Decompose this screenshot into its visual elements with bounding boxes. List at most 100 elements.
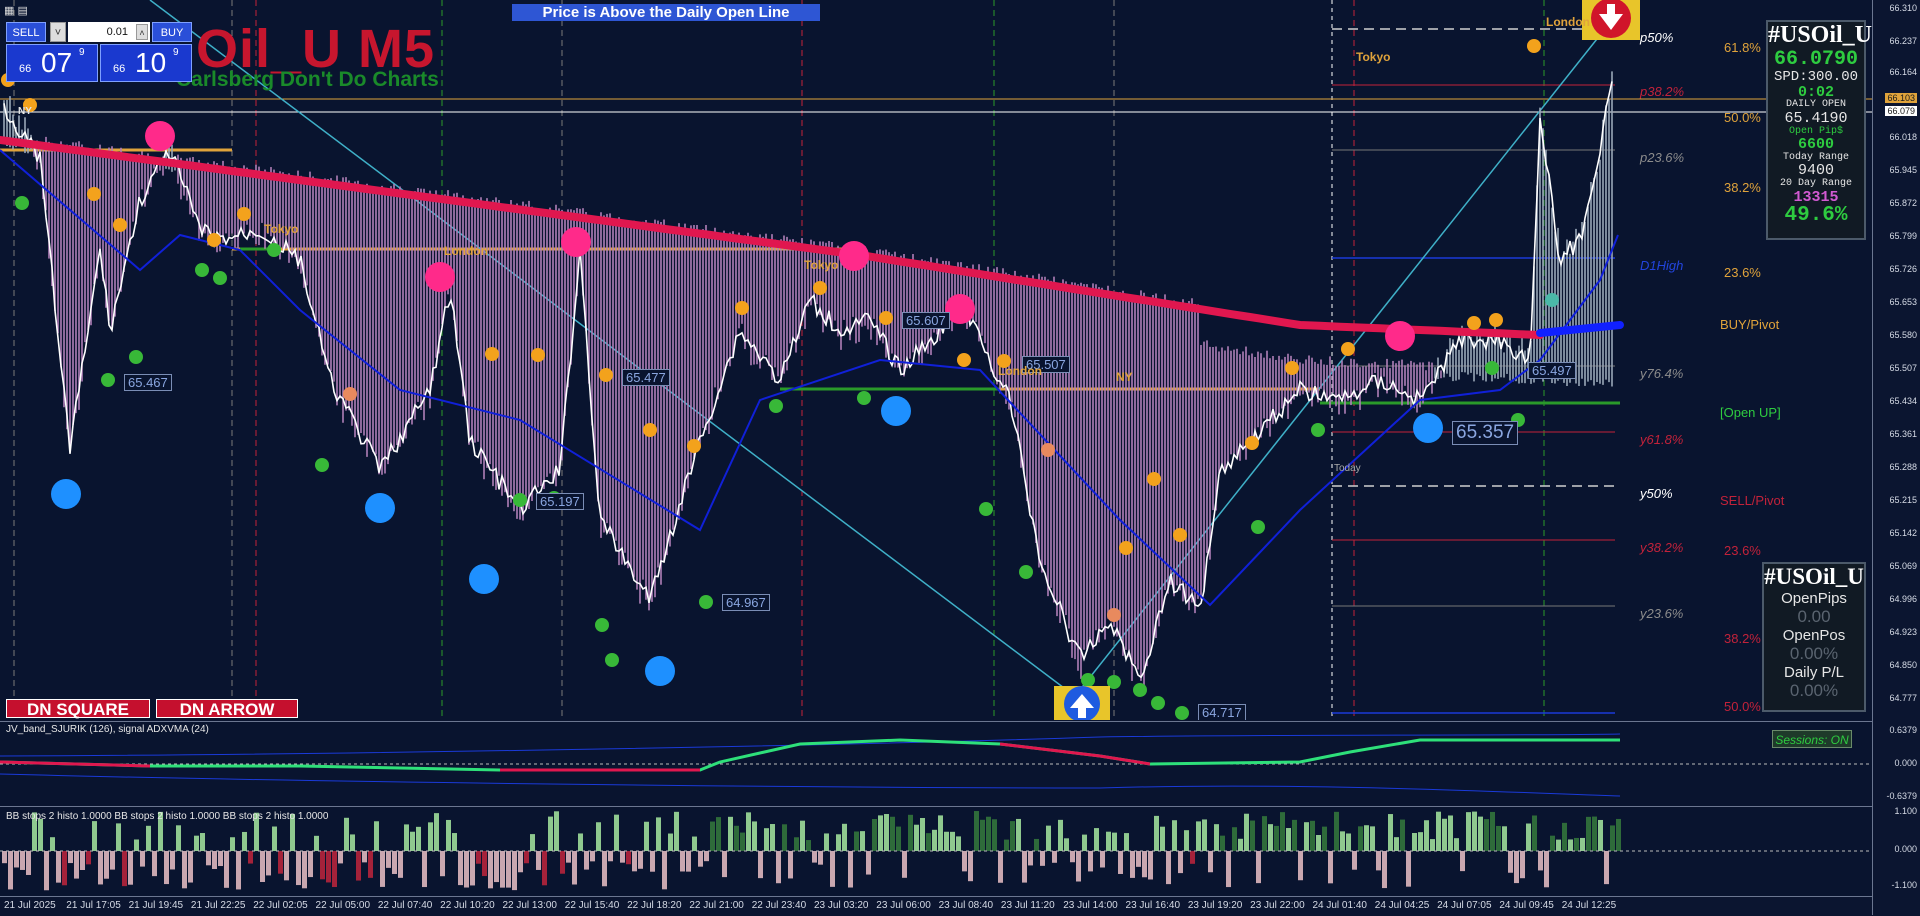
sell-button[interactable]: SELL [6,22,46,42]
bb-stops-bar [422,851,427,888]
bb-stops-bar [500,851,505,888]
sell-price-prefix: 66 [19,63,32,75]
bb-stops-bar [566,851,571,863]
bb-stops-bar [536,851,541,870]
lot-down-icon[interactable]: ˅ [50,22,66,42]
bb-stops-bar [1040,851,1045,866]
dn-arrow-button[interactable]: DN ARROW [156,699,298,719]
bb-stops-bar [302,851,307,889]
price-tick: 65.653 [1889,297,1917,307]
bb-stops-bar [416,826,421,851]
signal-dot [145,121,175,151]
buy-price-box[interactable]: 66 10 9 [100,44,192,82]
price-scale[interactable]: 66.310 66.237 66.164 66.103 66.079 66.01… [1872,0,1920,915]
bb-stops-bar [98,851,103,885]
bb-stops-bar [26,851,31,875]
bb-stops-bar [1214,824,1219,851]
jv-band-canvas [0,733,1872,797]
bb-stops-bar [458,851,463,886]
bb-stops-bar [230,837,235,851]
lot-up-icon[interactable]: ˄ [136,24,148,40]
signal-dot [645,656,675,686]
bb-stops-bar [1466,812,1471,851]
bb-stops-bar [692,836,697,851]
down-arrow-marker [1582,0,1640,40]
bb-stops-bar [1130,851,1135,878]
bb-stops-bar [356,851,361,881]
sell-price-box[interactable]: 66 07 9 [6,44,98,82]
price-tick: 65.069 [1889,561,1917,571]
ind2-tick: 0.000 [1894,844,1917,854]
price-tick: 64.923 [1889,627,1917,637]
info-open-pips: 6600 [1797,136,1834,154]
bb-stops-bar [1538,851,1543,871]
flag-icon[interactable]: ▦ [4,5,14,17]
bb-stops-bar [824,833,829,851]
bb-stops-bar [818,851,823,865]
bb-stops-bar [1046,825,1051,851]
bb-stops-bar [932,829,937,851]
bb-stops-bar [116,823,121,851]
signal-dot [1119,541,1133,555]
chart-icons[interactable]: ▦ ▤ [4,4,28,17]
pivot-label: SELL/Pivot [1720,493,1785,508]
bb-stops-bar [770,824,775,851]
bb-stops-bar [1544,851,1549,888]
sessions-toggle-button[interactable]: Sessions: ON [1772,730,1852,748]
time-tick: 22 Jul 13:00 [502,900,557,911]
bb-stops-bar [446,819,451,851]
bb-stops-indicator-panel[interactable]: BB stops 2 histo 1.0000 BB stops 2 histo… [0,806,1872,897]
price-chart-canvas[interactable] [0,0,1872,720]
bb-stops-bar [602,851,607,887]
ind1-tick: -0.6379 [1886,791,1917,801]
price-tick: 65.215 [1889,495,1917,505]
bb-stops-bar [1076,851,1081,882]
one-click-trade-panel: SELL ˅ 0.01 ˄ BUY 66 07 9 66 10 9 [6,22,192,82]
main-chart-panel[interactable]: 65.467 65.477 65.197 64.967 65.607 65.50… [0,0,1872,720]
up-arrow-marker [1054,686,1110,720]
bb-stops-bar [764,828,769,851]
price-tick: 65.507 [1889,363,1917,373]
fib-label: 38.2% [1724,631,1761,646]
bb-stops-bar [1022,851,1027,883]
bb-stops-bar [524,851,529,864]
chart-type-icon[interactable]: ▤ [17,5,27,17]
bb-stops-bar [56,851,61,883]
dn-square-button[interactable]: DN SQUARE [6,699,150,719]
signal-dot [365,493,395,523]
bb-stops-bar [1592,816,1597,851]
bb-stops-bar [1034,838,1039,851]
bb-stops-bar [1424,820,1429,851]
info-percent: 49.6% [1784,204,1848,228]
signal-dot [957,353,971,367]
time-axis[interactable]: 21 Jul 2025 21 Jul 17:05 21 Jul 19:45 21 Ju… [0,896,1872,916]
bb-stops-bar [272,826,277,851]
info-range20: 13315 [1793,188,1839,206]
time-tick: 22 Jul 10:20 [440,900,495,911]
bb-stops-bar [218,851,223,867]
signal-dot [1081,673,1095,687]
bb-stops-bar [1124,833,1129,851]
bb-stops-bar [674,811,679,851]
session-label: Tokyo [264,222,299,236]
buy-button[interactable]: BUY [152,22,192,42]
bb-stops-bar [980,819,985,851]
bb-stops-bar [182,851,187,889]
signal-dot [425,262,455,292]
info2-open-pips: 0.00 [1797,607,1831,626]
bb-stops-bar [410,831,415,851]
signal-dot [1341,342,1355,356]
bb-stops-bar [800,820,805,851]
bb-stops-bar [1610,825,1615,851]
bb-stops-bar [1244,813,1249,851]
bb-stops-bar [1316,834,1321,851]
bb-stops-bar [662,851,667,890]
ind2-tick: -1.100 [1891,880,1917,890]
bb-stops-bar [206,851,211,866]
price-tick: 66.237 [1889,36,1917,46]
bb-stops-bar [608,851,613,862]
signal-dot [1251,520,1265,534]
jv-band-indicator-panel[interactable]: JV_band_SJURIK (126), signal ADXVMA (24)… [0,721,1872,806]
bb-stops-bar [1268,824,1273,851]
session-label: London [998,364,1042,378]
